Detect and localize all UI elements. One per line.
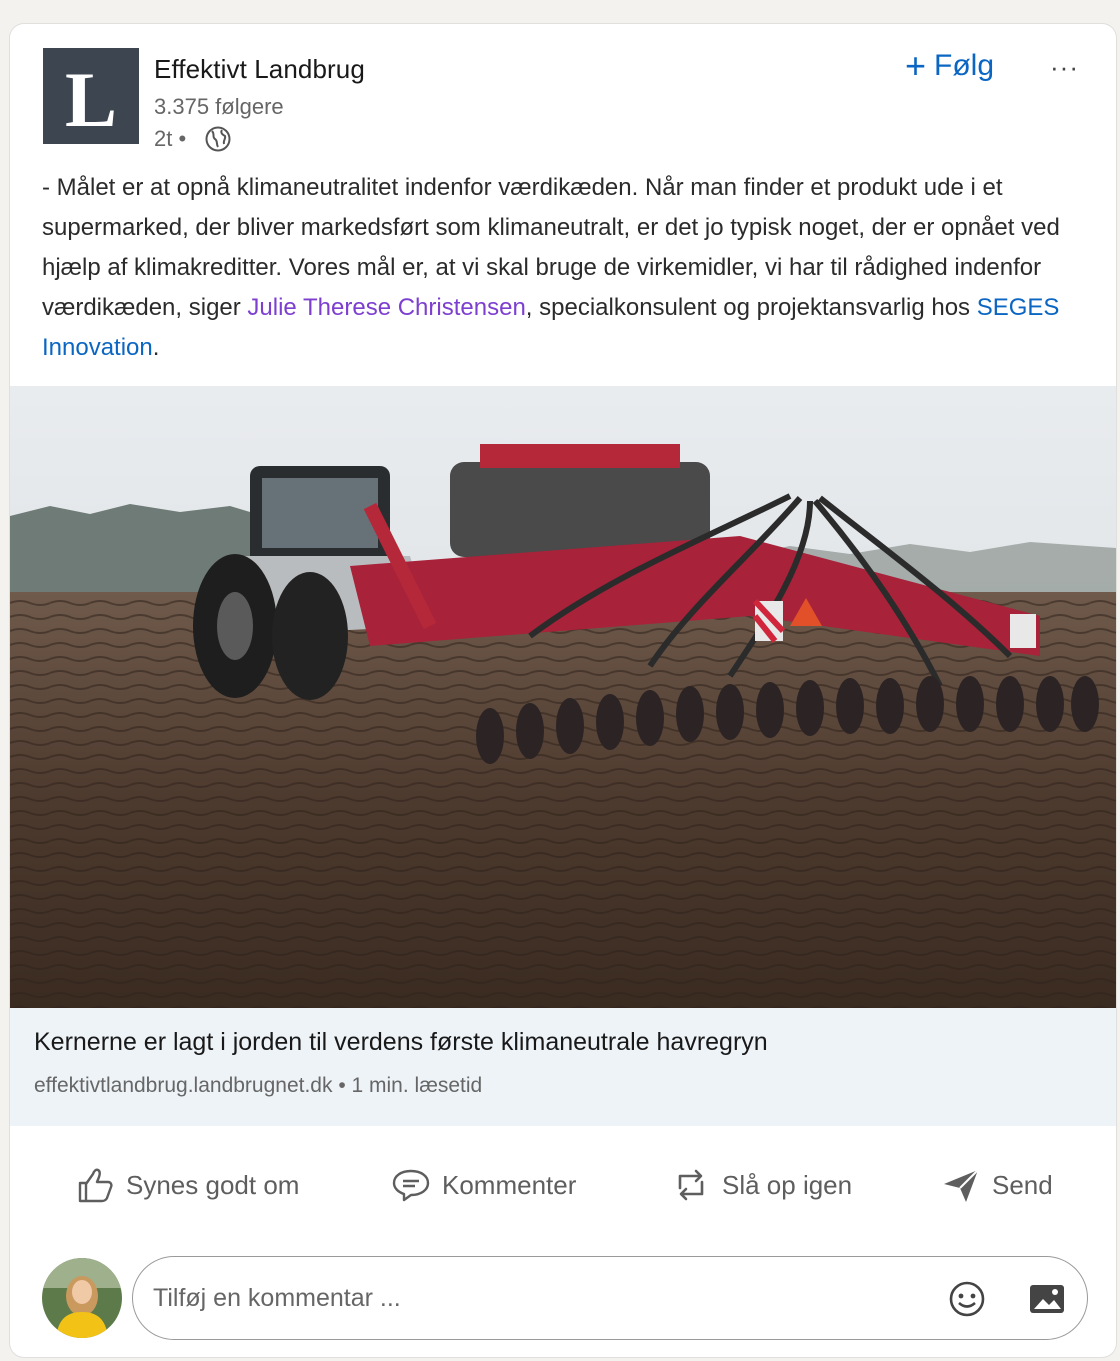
send-label: Send [992, 1169, 1053, 1200]
follow-label: Følg [934, 49, 995, 82]
post-body-text: - Målet er at opnå klimaneutralitet inde… [42, 168, 1082, 368]
company-logo[interactable]: L [43, 48, 139, 144]
social-actions-bar: Synes godt om Kommenter Slå op igen Send [10, 1152, 1116, 1218]
post-text-segment: . [152, 334, 160, 361]
send-icon [944, 1169, 979, 1202]
article-title[interactable]: Kernerne er lagt i jorden til verdens fø… [34, 1028, 768, 1057]
follow-button[interactable]: + Følg [905, 46, 994, 86]
mention-julie-therese-christensen[interactable]: Julie Therese Christensen [247, 294, 525, 321]
image-icon[interactable] [1025, 1277, 1069, 1321]
plus-icon: + [905, 45, 927, 86]
comment-input[interactable] [153, 1275, 913, 1321]
post-image-tractor-seeder[interactable] [10, 386, 1116, 1008]
repost-button[interactable]: Slå op igen [670, 1152, 852, 1218]
thumbs-up-icon [78, 1168, 113, 1203]
comment-label: Kommenter [442, 1169, 577, 1200]
post-time: 2t • [154, 126, 187, 151]
repost-label: Slå op igen [722, 1169, 853, 1200]
like-button[interactable]: Synes godt om [74, 1152, 299, 1218]
send-button[interactable]: Send [940, 1152, 1053, 1218]
more-options-icon[interactable]: ··· [1050, 52, 1086, 82]
comment-button[interactable]: Kommenter [390, 1152, 576, 1218]
logo-letter-l: L [43, 48, 139, 144]
post-meta: 2t • [154, 125, 232, 153]
user-avatar[interactable] [42, 1258, 122, 1338]
actor-name[interactable]: Effektivt Landbrug [154, 54, 365, 85]
comment-box [132, 1256, 1088, 1340]
article-link-preview[interactable]: Kernerne er lagt i jorden til verdens fø… [10, 1008, 1116, 1126]
feed-post-card: L Effektivt Landbrug 3.375 følgere 2t • … [10, 24, 1116, 1357]
svg-text:L: L [65, 56, 117, 143]
post-text-segment: , specialkonsulent og projektansvarlig h… [525, 294, 977, 321]
comment-icon [392, 1169, 430, 1202]
like-label: Synes godt om [126, 1169, 300, 1200]
follower-count: 3.375 følgere [154, 94, 284, 119]
article-source: effektivtlandbrug.landbrugnet.dk • 1 min… [34, 1074, 483, 1097]
repost-icon [678, 1169, 704, 1201]
globe-icon [205, 126, 231, 152]
emoji-icon[interactable] [945, 1277, 989, 1321]
